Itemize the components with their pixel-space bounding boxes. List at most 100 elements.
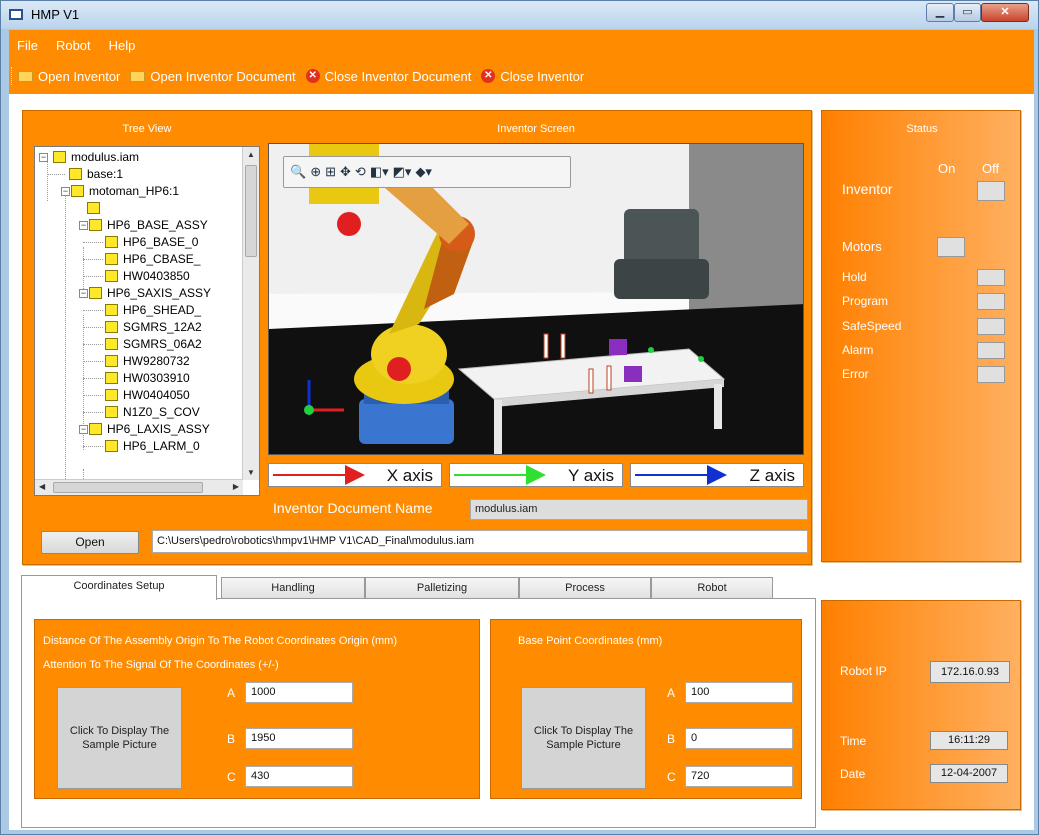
date-label: Date — [840, 767, 866, 781]
open-document-label: Open Inventor Document — [150, 68, 296, 84]
tree-vertical-scrollbar[interactable]: ▲ ▼ — [242, 147, 259, 480]
maximize-button[interactable]: ▭ — [954, 3, 981, 22]
inventor-status-label: Inventor — [842, 181, 893, 197]
motors-status-label: Motors — [842, 239, 882, 254]
collapse-icon[interactable]: − — [79, 221, 88, 230]
a-label: A — [227, 686, 236, 700]
document-name-label: Inventor Document Name — [273, 500, 433, 516]
b-label: B — [667, 732, 676, 746]
open-button[interactable]: Open — [41, 531, 139, 554]
axis-legend: X axis Y axis Z axis — [268, 463, 804, 487]
collapse-icon[interactable]: − — [61, 187, 70, 196]
z-axis-label: Z axis — [749, 466, 795, 485]
orbit-icon[interactable]: ⟲ — [355, 164, 366, 180]
shading-icon[interactable]: ◆▾ — [415, 164, 432, 180]
hold-label: Hold — [842, 270, 867, 284]
close-window-button[interactable]: ✕ — [981, 3, 1029, 22]
assembly-icon — [71, 185, 84, 197]
robot-ip-label: Robot IP — [840, 664, 887, 678]
scroll-left-icon[interactable]: ◀ — [39, 482, 45, 491]
window-title: HMP V1 — [31, 7, 80, 22]
inventor-3d-viewport[interactable]: 🔍 ⊕ ⊞ ✥ ⟲ ◧▾ ◩▾ ◆▾ — [268, 143, 804, 455]
zoom-window-icon[interactable]: ⊞ — [325, 164, 336, 180]
x-axis-label: X axis — [386, 466, 433, 485]
title-bar[interactable]: HMP V1 ▁ ▭ ✕ — [1, 1, 1038, 29]
close-inventor-button[interactable]: ✕ Close Inventor — [481, 69, 584, 84]
c-label: C — [227, 770, 236, 784]
part-icon — [105, 355, 118, 367]
off-column-label: Off — [982, 161, 1000, 176]
menu-toolbar-area: File Robot Help Open Inventor Open Inven… — [9, 30, 1034, 94]
collapse-icon[interactable]: − — [79, 425, 88, 434]
base-a-input[interactable]: 100 — [685, 682, 793, 703]
zoom-all-icon[interactable]: 🔍 — [290, 164, 306, 180]
tab-coordinates-setup[interactable]: Coordinates Setup — [21, 575, 217, 600]
toolbar: Open Inventor Open Inventor Document ✕ Cl… — [9, 66, 594, 86]
toolbar-grip[interactable] — [11, 67, 14, 85]
a-label: A — [667, 686, 676, 700]
part-icon — [105, 372, 118, 384]
menu-file[interactable]: File — [17, 38, 38, 56]
menu-help[interactable]: Help — [109, 38, 136, 56]
inventor-view-toolbar: 🔍 ⊕ ⊞ ✥ ⟲ ◧▾ ◩▾ ◆▾ — [283, 156, 571, 188]
tree-view[interactable]: − modulus.iam base:1 − motoman_HP6:1 − HP6_… — [34, 146, 260, 496]
base-point-group: Base Point Coordinates (mm) Click To Dis… — [490, 619, 802, 799]
scroll-thumb[interactable] — [53, 482, 203, 493]
b-label: B — [227, 732, 236, 746]
c-label: C — [667, 770, 676, 784]
assembly-icon — [89, 423, 102, 435]
distance-a-input[interactable]: 1000 — [245, 682, 353, 703]
part-icon — [105, 321, 118, 333]
zoom-icon[interactable]: ⊕ — [310, 164, 321, 180]
date-field: 12-04-2007 — [930, 764, 1008, 783]
assembly-icon — [87, 202, 100, 214]
alarm-indicator — [977, 342, 1005, 359]
base-b-input[interactable]: 0 — [685, 728, 793, 749]
scroll-right-icon[interactable]: ▶ — [233, 482, 239, 491]
minimize-button[interactable]: ▁ — [926, 3, 954, 22]
tab-robot[interactable]: Robot — [651, 577, 773, 599]
part-icon — [105, 304, 118, 316]
part-icon — [105, 440, 118, 452]
status-panel: Status On Off Inventor Motors Hold Progr… — [821, 110, 1021, 562]
z-axis-arrow-icon — [635, 465, 727, 485]
distance-c-input[interactable]: 430 — [245, 766, 353, 787]
scroll-down-icon[interactable]: ▼ — [247, 468, 255, 477]
attention-note: Attention To The Signal Of The Coordinat… — [43, 659, 279, 671]
tab-handling[interactable]: Handling — [221, 577, 365, 599]
open-inventor-button[interactable]: Open Inventor — [18, 69, 120, 84]
display-mode-icon[interactable]: ◩▾ — [393, 164, 412, 180]
part-icon — [105, 236, 118, 248]
x-axis-legend: X axis — [268, 463, 442, 487]
inventor-screen-title: Inventor Screen — [497, 123, 575, 135]
scroll-thumb[interactable] — [245, 165, 257, 257]
tab-process[interactable]: Process — [519, 577, 651, 599]
distance-title: Distance Of The Assembly Origin To The R… — [43, 635, 397, 647]
tree-horizontal-scrollbar[interactable]: ◀ ▶ — [35, 479, 243, 495]
error-indicator — [977, 366, 1005, 383]
y-axis-label: Y axis — [568, 466, 614, 485]
tab-palletizing[interactable]: Palletizing — [365, 577, 519, 599]
distance-b-input[interactable]: 1950 — [245, 728, 353, 749]
open-document-button[interactable]: Open Inventor Document — [130, 68, 296, 84]
program-label: Program — [842, 294, 889, 308]
part-icon — [105, 253, 118, 265]
file-path-field[interactable]: C:\Users\pedro\robotics\hmpv1\HMP V1\CAD… — [152, 530, 808, 553]
pan-icon[interactable]: ✥ — [340, 164, 351, 180]
robot-cell-scene — [269, 144, 803, 454]
close-document-button[interactable]: ✕ Close Inventor Document — [305, 69, 471, 84]
base-c-input[interactable]: 720 — [685, 766, 793, 787]
part-icon — [105, 270, 118, 282]
scroll-up-icon[interactable]: ▲ — [247, 150, 255, 159]
collapse-icon[interactable]: − — [79, 289, 88, 298]
time-label: Time — [840, 734, 867, 748]
display-sample-picture-button[interactable]: Click To Display The Sample Picture — [521, 687, 646, 789]
x-axis-arrow-icon — [273, 465, 365, 485]
safespeed-indicator — [977, 318, 1005, 335]
tree-view-title: Tree View — [122, 123, 172, 135]
menu-robot[interactable]: Robot — [56, 38, 91, 56]
display-sample-picture-button[interactable]: Click To Display The Sample Picture — [57, 687, 182, 789]
tab-strip: Coordinates Setup Handling Palletizing P… — [21, 575, 781, 600]
collapse-icon[interactable]: − — [39, 153, 48, 162]
view-cube-icon[interactable]: ◧▾ — [370, 164, 389, 180]
